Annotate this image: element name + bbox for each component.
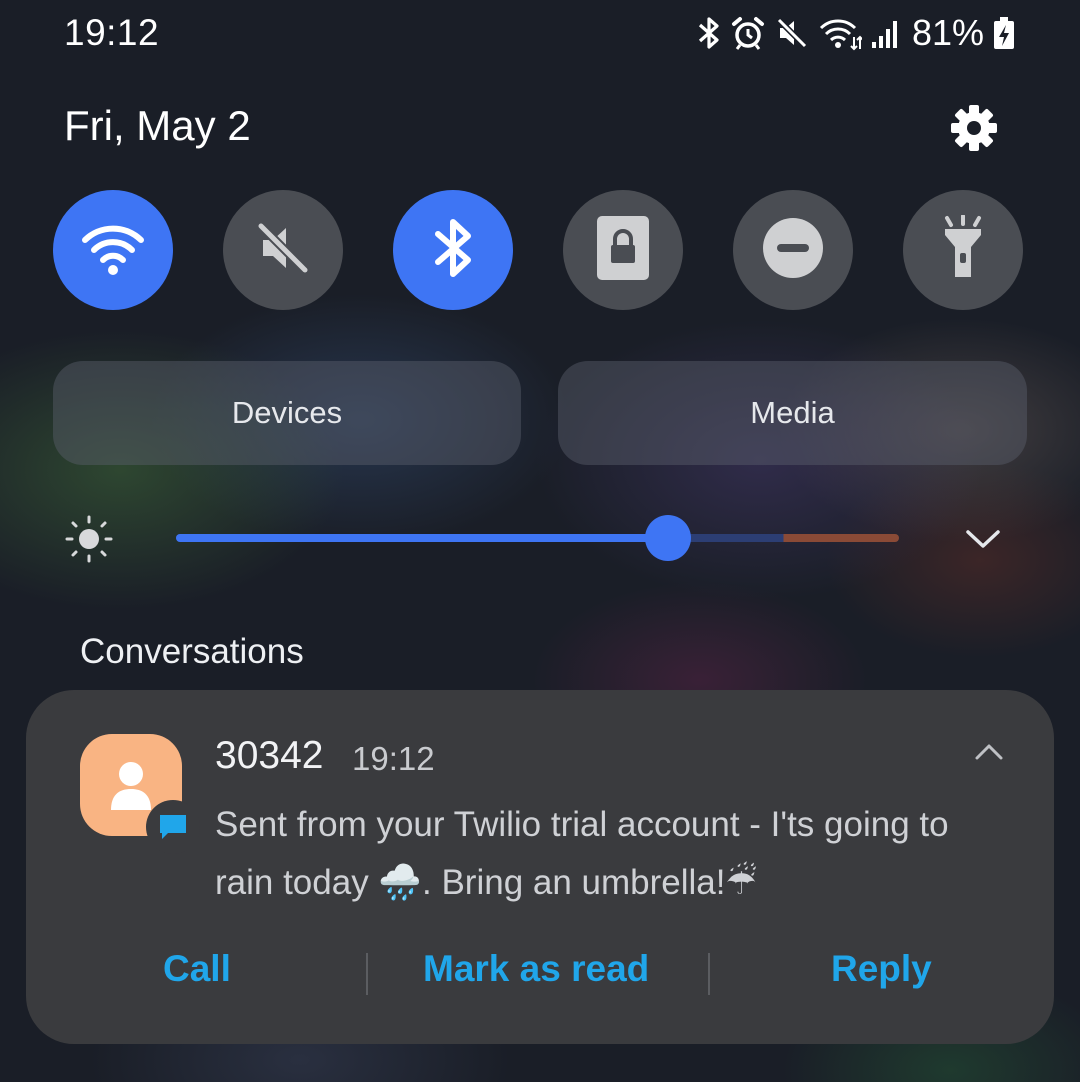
wifi-icon [818, 15, 862, 51]
brightness-fill [176, 534, 668, 542]
mark-as-read-button[interactable]: Mark as read [423, 948, 649, 990]
mute-icon [774, 15, 810, 51]
message-badge-icon [146, 800, 200, 854]
notification-sender: 30342 [215, 734, 324, 777]
notification-message: Sent from your Twilio trial account - I'… [215, 805, 949, 902]
date-label: Fri, May 2 [64, 102, 251, 149]
battery-percent: 81% [911, 12, 984, 53]
do-not-disturb-toggle[interactable] [733, 190, 853, 310]
sun-icon [64, 514, 114, 569]
devices-button[interactable]: Devices [53, 361, 521, 465]
devices-button-label: Devices [231, 395, 343, 430]
flashlight-toggle[interactable] [903, 190, 1023, 310]
media-button[interactable]: Media [558, 361, 1027, 465]
wifi-icon [80, 220, 146, 281]
signal-icon [870, 15, 900, 51]
media-button-label: Media [750, 395, 835, 430]
sound-toggle[interactable] [223, 190, 343, 310]
minus-circle-icon [762, 217, 824, 284]
section-label-conversations: Conversations [80, 632, 304, 671]
chevron-down-icon[interactable] [962, 522, 1004, 561]
reply-button[interactable]: Reply [831, 948, 932, 990]
status-icons: 81% [696, 10, 1016, 56]
bluetooth-icon [433, 216, 473, 285]
bluetooth-toggle[interactable] [393, 190, 513, 310]
brightness-slider[interactable] [176, 515, 899, 561]
screen-lock-toggle[interactable] [563, 190, 683, 310]
bluetooth-icon [696, 15, 722, 51]
lock-icon [596, 215, 650, 286]
alarm-icon [730, 15, 766, 51]
brightness-thumb[interactable] [644, 515, 691, 561]
action-divider [366, 953, 368, 995]
notification-time: 19:12 [352, 740, 435, 777]
wifi-toggle[interactable] [53, 190, 173, 310]
chevron-up-icon[interactable] [973, 740, 1005, 769]
status-time: 19:12 [64, 12, 160, 53]
gear-icon[interactable] [946, 100, 1002, 156]
flashlight-icon [935, 213, 991, 286]
call-button[interactable]: Call [163, 948, 231, 990]
battery-charging-icon [992, 15, 1016, 51]
action-divider [708, 953, 710, 995]
mute-icon [253, 218, 313, 283]
